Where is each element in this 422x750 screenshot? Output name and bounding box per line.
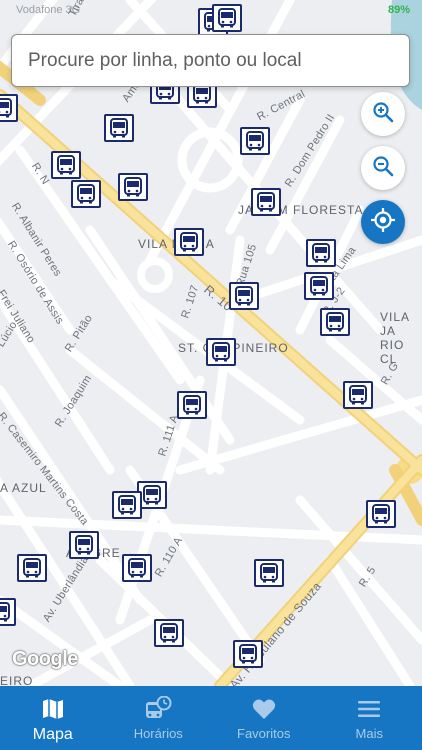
bus-marker[interactable] (0, 598, 16, 626)
bus-icon (0, 602, 12, 622)
google-logo: Google (12, 648, 78, 670)
bus-marker[interactable] (366, 500, 396, 528)
bus-marker[interactable] (174, 228, 204, 256)
bus-marker[interactable] (233, 640, 263, 668)
bus-marker[interactable] (112, 491, 142, 519)
bus-marker[interactable] (212, 4, 242, 32)
crosshair-icon (370, 207, 396, 238)
bus-icon (210, 342, 232, 362)
area-label: EIRO (0, 674, 34, 686)
bus-marker[interactable] (251, 188, 281, 216)
my-location-button[interactable] (361, 200, 405, 244)
bus-marker[interactable] (69, 531, 99, 559)
search-input[interactable] (11, 34, 410, 87)
bus-marker[interactable] (206, 338, 236, 366)
bus-marker[interactable] (254, 559, 284, 587)
tab-label: Mapa (32, 726, 73, 743)
bus-icon (310, 243, 332, 263)
bus-marker[interactable] (17, 554, 47, 582)
area-label: VILA JA RIO CL (380, 310, 410, 366)
zoom-out-icon (372, 155, 394, 182)
bus-icon (158, 623, 180, 643)
tab-mais[interactable]: Mais (317, 686, 422, 750)
bus-icon (178, 232, 200, 252)
tab-label: Favoritos (237, 726, 291, 741)
bus-icon (55, 155, 77, 175)
bus-marker[interactable] (0, 94, 18, 122)
bus-icon (141, 485, 163, 505)
zoom-out-button[interactable] (361, 146, 405, 190)
bus-marker[interactable] (154, 619, 184, 647)
bus-icon (233, 286, 255, 306)
bus-icon (116, 495, 138, 515)
bus-marker[interactable] (51, 151, 81, 179)
bus-icon (308, 276, 330, 296)
bus-icon (108, 118, 130, 138)
bus-marker[interactable] (104, 114, 134, 142)
bus-marker[interactable] (177, 391, 207, 419)
tab-favoritos[interactable]: Favoritos (211, 686, 317, 750)
bus-icon (75, 184, 97, 204)
bus-icon (73, 535, 95, 555)
bus-marker[interactable] (118, 173, 148, 201)
map-icon (41, 696, 65, 722)
bus-marker[interactable] (122, 554, 152, 582)
tab-label: Mais (355, 726, 383, 741)
bus-icon (370, 504, 392, 524)
area-label: A AZUL (0, 481, 47, 495)
bus-icon (126, 558, 148, 578)
bus-marker[interactable] (304, 272, 334, 300)
bus-marker[interactable] (320, 308, 350, 336)
tab-bar: Mapa Horários Favoritos Mais (0, 686, 422, 750)
bus-clock-icon (143, 696, 173, 722)
bus-icon (258, 563, 280, 583)
tab-horarios[interactable]: Horários (106, 686, 212, 750)
battery-indicator: 89% (387, 4, 410, 16)
tab-label: Horários (133, 726, 183, 741)
map-view[interactable]: Vodafone 3G 89% Tiradentes Américas R. C… (0, 0, 422, 686)
bus-icon (21, 558, 43, 578)
bus-icon (122, 177, 144, 197)
bus-marker[interactable] (343, 381, 373, 409)
bus-marker[interactable] (229, 282, 259, 310)
bus-icon (347, 385, 369, 405)
bus-icon (0, 98, 14, 118)
bus-marker[interactable] (71, 180, 101, 208)
menu-icon (357, 696, 381, 722)
bus-icon (244, 131, 266, 151)
tab-mapa[interactable]: Mapa (0, 686, 106, 750)
bus-icon (255, 192, 277, 212)
bus-icon (191, 84, 213, 104)
bus-icon (216, 8, 238, 28)
heart-icon (252, 696, 276, 722)
bus-icon (237, 644, 259, 664)
bus-marker[interactable] (240, 127, 270, 155)
zoom-in-button[interactable] (361, 92, 405, 136)
bus-icon (181, 395, 203, 415)
bus-marker[interactable] (306, 239, 336, 267)
zoom-in-icon (372, 101, 394, 128)
bus-icon (324, 312, 346, 332)
